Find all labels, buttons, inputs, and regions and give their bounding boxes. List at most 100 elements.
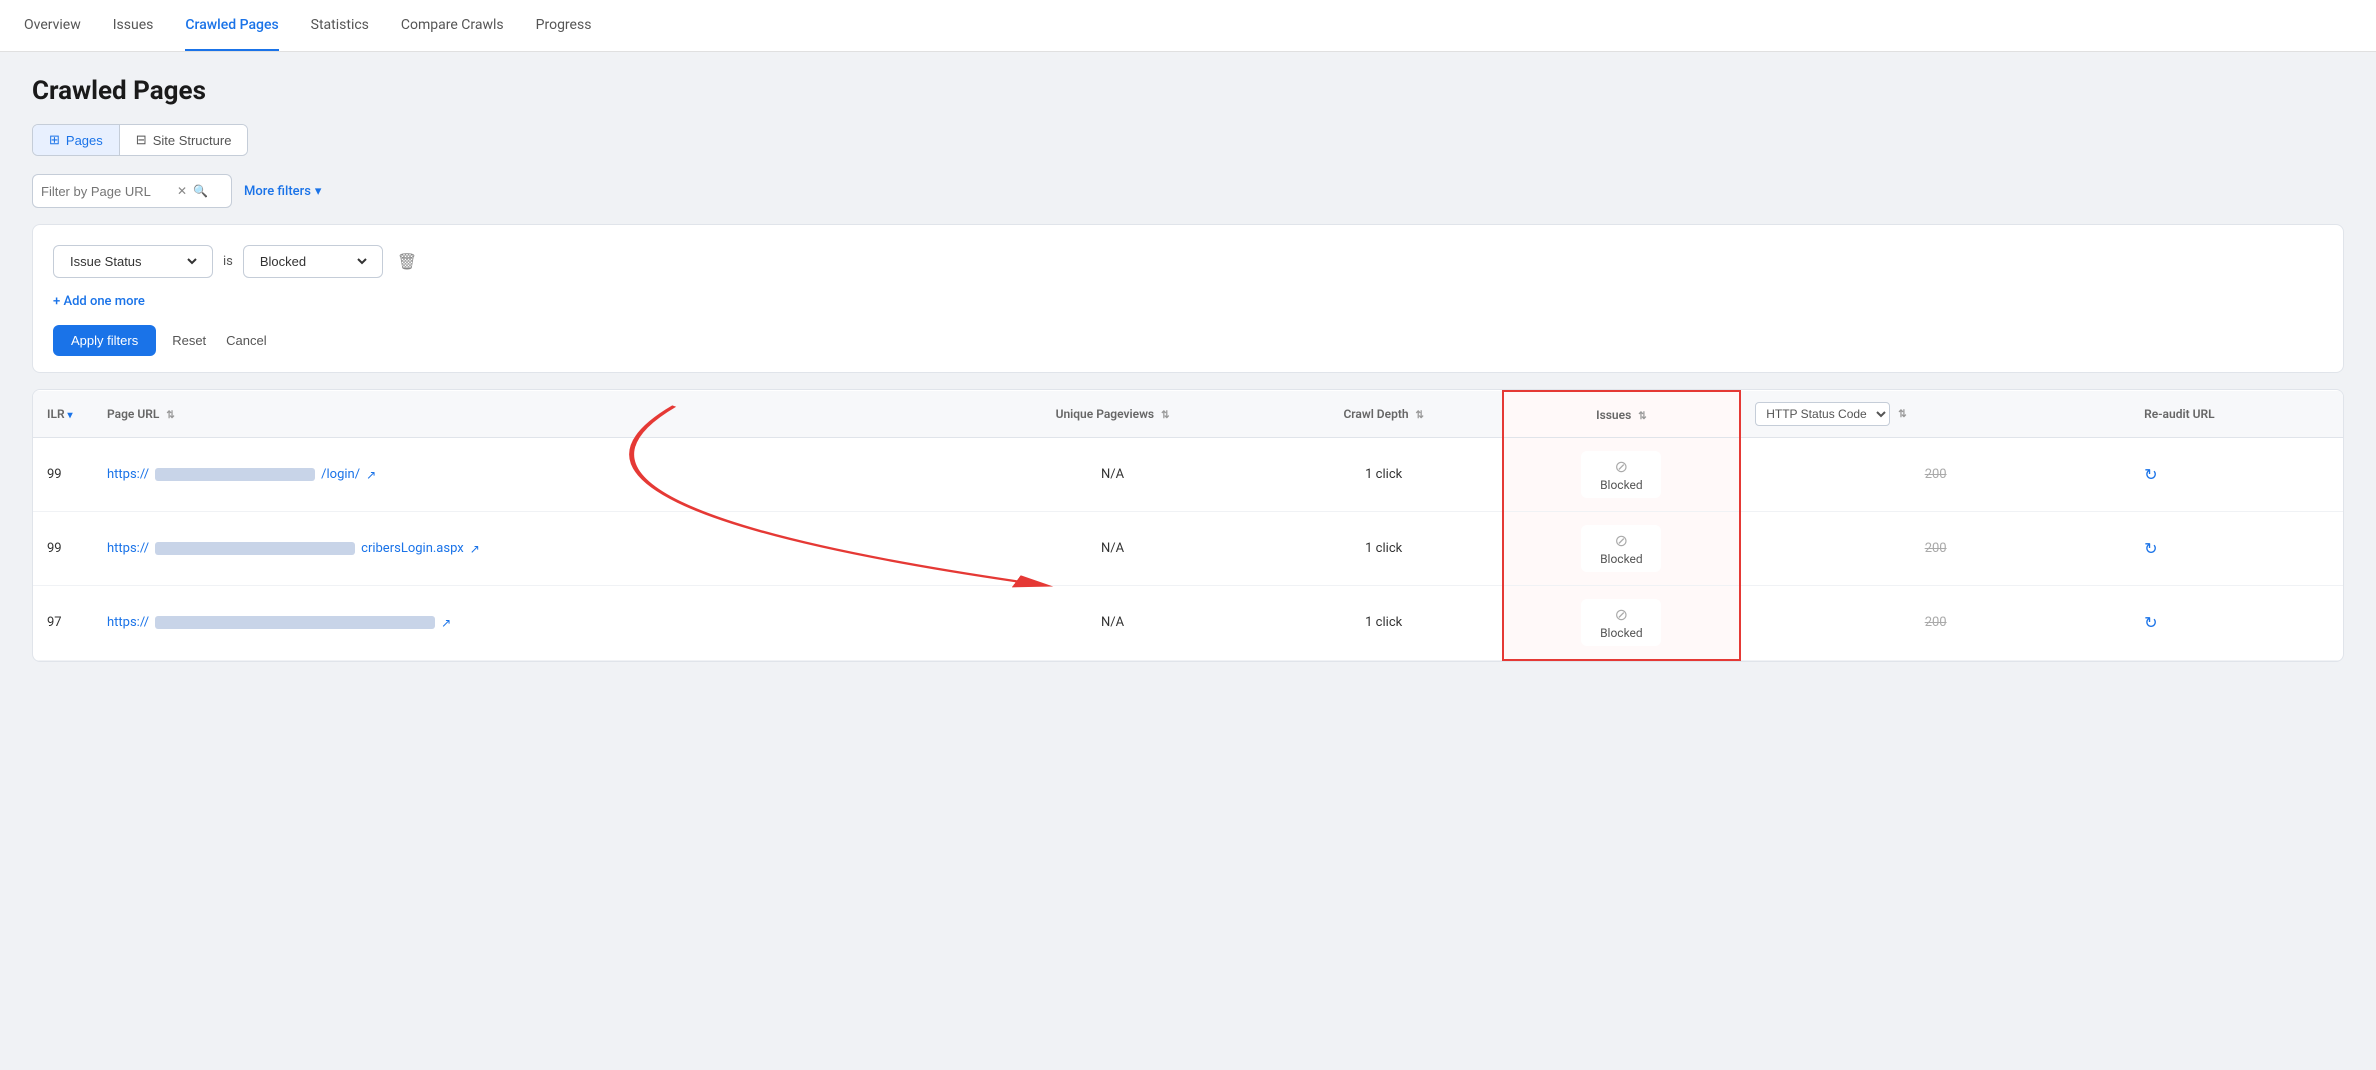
- cell-issues: ⊘ Blocked: [1503, 512, 1741, 586]
- blocked-icon: ⊘: [1615, 605, 1628, 624]
- cancel-button[interactable]: Cancel: [222, 325, 270, 356]
- sort-icon: ⇅: [166, 410, 174, 421]
- filter-row: Issue Status HTTP Status Crawl Depth is …: [53, 245, 2323, 278]
- cell-crawl-depth: 1 click: [1266, 586, 1503, 661]
- filter-value-selector[interactable]: Blocked OK Redirect Error: [243, 245, 383, 278]
- nav-progress[interactable]: Progress: [536, 1, 592, 51]
- cell-pageviews: N/A: [959, 586, 1266, 661]
- issue-blocked-badge: ⊘ Blocked: [1581, 525, 1661, 572]
- sort-icon: ⇅: [1161, 410, 1169, 421]
- http-status-col-select[interactable]: HTTP Status Code Response Time: [1755, 402, 1890, 426]
- sort-icon: ⇅: [1416, 410, 1424, 421]
- cell-pageviews: N/A: [959, 512, 1266, 586]
- cell-ilr: 99: [33, 438, 93, 512]
- page-url-link[interactable]: https:// cribersLogin.aspx ↗: [107, 541, 945, 556]
- blocked-icon: ⊘: [1615, 531, 1628, 550]
- blocked-text: Blocked: [1600, 552, 1643, 566]
- cell-http-status: 200: [1740, 586, 2130, 661]
- apply-filters-button[interactable]: Apply filters: [53, 325, 156, 356]
- pages-tab-label: Pages: [66, 133, 103, 148]
- http-status-value: 200: [1925, 615, 1947, 630]
- table-header-row: ILR ▾ Page URL ⇅ Unique Pageviews ⇅ Cr: [33, 391, 2343, 438]
- reaudit-button[interactable]: ↻: [2144, 465, 2157, 484]
- pages-icon: ⊞: [49, 132, 60, 148]
- cell-url: https:// cribersLogin.aspx ↗: [93, 512, 959, 586]
- table-row: 99 https:// cribersLogin.aspx ↗ N/A 1 cl…: [33, 512, 2343, 586]
- delete-filter-icon[interactable]: 🗑: [393, 248, 421, 275]
- more-filters-label: More filters: [244, 184, 311, 199]
- filter-value-select[interactable]: Blocked OK Redirect Error: [256, 253, 370, 270]
- cell-ilr: 97: [33, 586, 93, 661]
- cell-pageviews: N/A: [959, 438, 1266, 512]
- cell-url: https:// /login/ ↗: [93, 438, 959, 512]
- view-toggle: ⊞ Pages ⊟ Site Structure: [32, 124, 248, 156]
- cell-crawl-depth: 1 click: [1266, 438, 1503, 512]
- page-title: Crawled Pages: [32, 76, 2344, 106]
- nav-overview[interactable]: Overview: [24, 1, 81, 51]
- filter-type-select[interactable]: Issue Status HTTP Status Crawl Depth: [66, 253, 200, 270]
- cell-issues: ⊘ Blocked: [1503, 438, 1741, 512]
- url-blurred-section: [155, 468, 315, 481]
- external-link-icon[interactable]: ↗: [470, 542, 480, 556]
- filter-bar: ✕ 🔍 More filters ▾: [32, 174, 2344, 208]
- search-icon[interactable]: 🔍: [193, 184, 208, 198]
- cell-issues: ⊘ Blocked: [1503, 586, 1741, 661]
- clear-filter-icon[interactable]: ✕: [177, 184, 187, 198]
- col-header-ilr[interactable]: ILR ▾: [33, 391, 93, 438]
- more-filters-button[interactable]: More filters ▾: [244, 184, 321, 199]
- table-row: 97 https:// ↗ N/A 1 click ⊘: [33, 586, 2343, 661]
- col-header-re-audit: Re-audit URL: [2130, 391, 2343, 438]
- filter-type-selector[interactable]: Issue Status HTTP Status Crawl Depth: [53, 245, 213, 278]
- external-link-icon[interactable]: ↗: [441, 616, 451, 630]
- cell-reaudit: ↻: [2130, 586, 2343, 661]
- nav-statistics[interactable]: Statistics: [311, 1, 369, 51]
- reaudit-button[interactable]: ↻: [2144, 539, 2157, 558]
- sort-icon: ⇅: [1638, 411, 1646, 422]
- data-table: ILR ▾ Page URL ⇅ Unique Pageviews ⇅ Cr: [32, 389, 2344, 662]
- cell-url: https:// ↗: [93, 586, 959, 661]
- url-blurred-section: [155, 616, 435, 629]
- filter-actions: Apply filters Reset Cancel: [53, 325, 2323, 356]
- is-label: is: [223, 254, 233, 269]
- cell-http-status: 200: [1740, 512, 2130, 586]
- page-url-link[interactable]: https:// ↗: [107, 615, 945, 630]
- nav-issues[interactable]: Issues: [113, 1, 154, 51]
- blocked-icon: ⊘: [1615, 457, 1628, 476]
- sort-icon: ▾: [68, 410, 73, 421]
- page-url-link[interactable]: https:// /login/ ↗: [107, 467, 945, 482]
- more-filters-chevron-icon: ▾: [315, 184, 322, 199]
- col-header-http-status: HTTP Status Code Response Time ⇅: [1740, 391, 2130, 438]
- cell-http-status: 200: [1740, 438, 2130, 512]
- col-header-unique-pageviews[interactable]: Unique Pageviews ⇅: [959, 391, 1266, 438]
- external-link-icon[interactable]: ↗: [366, 468, 376, 482]
- table-wrapper: ILR ▾ Page URL ⇅ Unique Pageviews ⇅ Cr: [32, 389, 2344, 662]
- sort-icon: ⇅: [1898, 409, 1906, 420]
- reset-button[interactable]: Reset: [168, 325, 210, 356]
- issue-blocked-badge: ⊘ Blocked: [1581, 451, 1661, 498]
- cell-reaudit: ↻: [2130, 512, 2343, 586]
- add-one-more-button[interactable]: + Add one more: [53, 294, 2323, 309]
- site-structure-tab-label: Site Structure: [153, 133, 232, 148]
- col-header-page-url[interactable]: Page URL ⇅: [93, 391, 959, 438]
- issue-blocked-badge: ⊘ Blocked: [1581, 599, 1661, 646]
- nav-crawled-pages[interactable]: Crawled Pages: [185, 1, 278, 51]
- site-structure-icon: ⊟: [136, 132, 147, 148]
- nav-compare-crawls[interactable]: Compare Crawls: [401, 1, 504, 51]
- cell-crawl-depth: 1 click: [1266, 512, 1503, 586]
- url-filter-input-wrapper: ✕ 🔍: [32, 174, 232, 208]
- main-content: Crawled Pages ⊞ Pages ⊟ Site Structure ✕…: [0, 52, 2376, 1070]
- pages-tab[interactable]: ⊞ Pages: [33, 125, 119, 155]
- col-header-crawl-depth[interactable]: Crawl Depth ⇅: [1266, 391, 1503, 438]
- reaudit-button[interactable]: ↻: [2144, 613, 2157, 632]
- http-status-value: 200: [1925, 467, 1947, 482]
- filter-panel: Issue Status HTTP Status Crawl Depth is …: [32, 224, 2344, 373]
- site-structure-tab[interactable]: ⊟ Site Structure: [119, 125, 248, 155]
- url-blurred-section: [155, 542, 355, 555]
- cell-reaudit: ↻: [2130, 438, 2343, 512]
- add-one-more-label: + Add one more: [53, 294, 145, 309]
- http-status-value: 200: [1925, 541, 1947, 556]
- col-header-issues[interactable]: Issues ⇅: [1503, 391, 1741, 438]
- table-row: 99 https:// /login/ ↗ N/A 1 click: [33, 438, 2343, 512]
- url-filter-input[interactable]: [41, 184, 171, 199]
- blocked-text: Blocked: [1600, 626, 1643, 640]
